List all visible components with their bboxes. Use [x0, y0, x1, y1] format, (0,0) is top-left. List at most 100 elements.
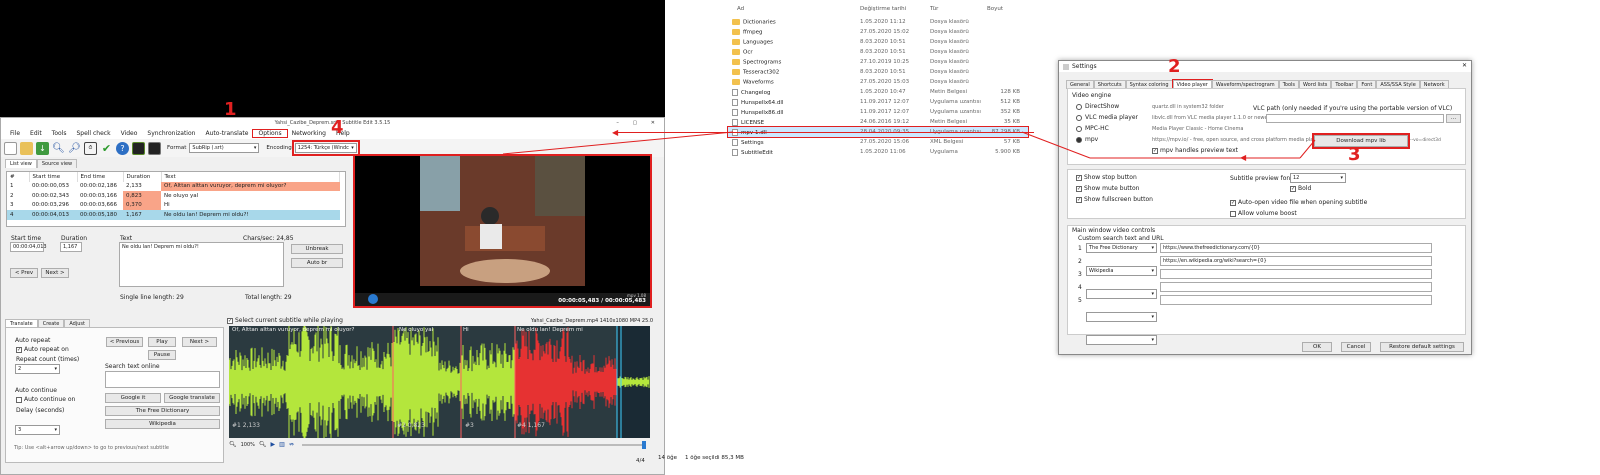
menu-networking[interactable]: Networking [287, 130, 331, 137]
menu-video[interactable]: Video [116, 130, 143, 137]
col-date[interactable]: Değiştirme tarihi [860, 6, 906, 12]
video-toggle-icon[interactable] [148, 141, 161, 155]
col-start-time[interactable]: Start time [29, 172, 78, 182]
repeat-count-select[interactable]: 2 [15, 364, 60, 374]
ok-button[interactable]: OK [1302, 342, 1332, 352]
search-url-input[interactable] [1160, 282, 1432, 292]
encoding-select[interactable]: 1254: Türkçe (Windc [291, 140, 360, 156]
waveform-toggle-icon[interactable] [132, 141, 145, 155]
explorer-row[interactable]: Settings 27.05.2020 15:06 XML Belgesi 57… [728, 137, 1028, 147]
close-icon[interactable]: ✕ [1462, 62, 1467, 69]
show-fullscreen-checkbox[interactable]: ✓ Show fullscreen button [1076, 196, 1153, 203]
font-size-select[interactable]: 12 [1290, 173, 1346, 183]
explorer-row[interactable]: Waveforms 27.05.2020 15:03 Dosya klasörü [728, 77, 1028, 87]
col-type[interactable]: Tür [930, 6, 938, 12]
google-translate-button[interactable]: Google translate [164, 393, 220, 403]
show-stop-checkbox[interactable]: ✓ Show stop button [1076, 174, 1137, 181]
explorer-row[interactable]: SubtitleEdit 1.05.2020 11:06 Uygulama 5.… [728, 147, 1028, 157]
menu-synchronization[interactable]: Synchronization [142, 130, 200, 137]
unbreak-button[interactable]: Unbreak [291, 244, 343, 254]
auto-open-checkbox[interactable]: ✓ Auto-open video file when opening subti… [1230, 199, 1367, 206]
prev-button[interactable]: < Prev [10, 268, 38, 278]
table-row[interactable]: 3 00:00:03,296 00:00:03,666 0,370 Hi [7, 200, 340, 210]
engine-radio[interactable]: DirectShow [1076, 103, 1119, 110]
engine-radio[interactable]: mpv [1076, 136, 1098, 143]
next-button[interactable]: Next > [41, 268, 69, 278]
search-name-select[interactable] [1086, 289, 1157, 299]
explorer-row[interactable]: Hunspellx86.dll 11.09.2017 12:07 Uygulam… [728, 107, 1028, 117]
duration-input[interactable]: 1,167 [60, 242, 82, 252]
cancel-button[interactable]: Cancel [1341, 342, 1371, 352]
show-mute-checkbox[interactable]: ✓ Show mute button [1076, 185, 1140, 192]
explorer-row[interactable]: Spectrograms 27.10.2019 10:25 Dosya klas… [728, 57, 1028, 67]
menu-file[interactable]: File [5, 130, 25, 137]
find-icon[interactable]: 🔍︎ [52, 142, 65, 155]
replace-icon[interactable]: 🔎︎ [68, 142, 81, 155]
text-editor[interactable]: Ne oldu lan! Deprem mi oldu?! [119, 242, 284, 287]
settings-icon[interactable]: ⇏ [289, 441, 294, 448]
delay-select[interactable]: 3 [15, 425, 60, 435]
window-controls[interactable]: – ▢ ✕ [616, 118, 661, 128]
search-url-input[interactable] [1160, 295, 1432, 305]
play-icon[interactable]: ▶ [271, 441, 276, 448]
mpv-handles-checkbox[interactable]: ✓ mpv handles preview text [1152, 147, 1238, 154]
menu-auto-translate[interactable]: Auto-translate [200, 130, 253, 137]
auto-continue-checkbox[interactable]: Auto continue on [16, 396, 75, 403]
explorer-row[interactable]: Tesseract302 8.03.2020 10:51 Dosya klasö… [728, 67, 1028, 77]
google-it-button[interactable]: Google it [105, 393, 161, 403]
pause-button[interactable]: Pause [148, 350, 176, 360]
new-file-icon[interactable] [4, 141, 17, 155]
format-select[interactable]: SubRip (.srt) [189, 143, 260, 153]
auto-break-button[interactable]: Auto br [291, 258, 343, 268]
wikipedia-button[interactable]: Wikipedia [105, 419, 220, 429]
table-row[interactable]: 1 00:00:00,053 00:00:02,186 2,133 Of, Al… [7, 181, 340, 191]
next-subtitle-button[interactable]: Next > [182, 337, 217, 347]
fix-timing-icon[interactable]: ⏱ [84, 141, 97, 155]
explorer-row[interactable]: Languages 8.03.2020 10:51 Dosya klasörü [728, 37, 1028, 47]
col-number[interactable]: # [7, 172, 30, 182]
menu-options[interactable]: Options [252, 129, 288, 138]
allow-boost-checkbox[interactable]: Allow volume boost [1230, 210, 1297, 217]
play-button[interactable]: Play [148, 337, 176, 347]
spectrogram-icon[interactable]: ▥ [279, 441, 285, 448]
search-name-select[interactable] [1086, 312, 1157, 322]
explorer-row[interactable]: Changelog 1.05.2020 10:47 Metin Belgesi … [728, 87, 1028, 97]
explorer-row[interactable]: Dictionaries 1.05.2020 11:12 Dosya klasö… [728, 17, 1028, 27]
position-slider[interactable] [301, 440, 646, 449]
engine-radio[interactable]: VLC media player [1076, 114, 1138, 121]
explorer-row[interactable]: Hunspellx64.dll 11.09.2017 12:07 Uygulam… [728, 97, 1028, 107]
select-current-checkbox[interactable]: ✓ Select current subtitle while playing [227, 317, 343, 324]
zoom-out-icon[interactable]: 🔍︎ [229, 441, 237, 448]
tab-list-view[interactable]: List view [5, 159, 37, 168]
explorer-row[interactable]: LICENSE 24.06.2016 19:12 Metin Belgesi 3… [728, 117, 1028, 127]
open-folder-icon[interactable] [20, 141, 33, 155]
menu-spell-check[interactable]: Spell check [71, 130, 115, 137]
col-text[interactable]: Text [161, 172, 340, 182]
slider-thumb[interactable] [642, 440, 646, 449]
zoom-level[interactable]: 100% [241, 442, 255, 448]
menu-tools[interactable]: Tools [47, 130, 72, 137]
browse-button[interactable]: ... [1446, 114, 1461, 123]
search-name-select[interactable]: Wikipedia [1086, 266, 1157, 276]
table-row[interactable]: 2 00:00:02,343 00:00:03,166 0,823 Ne olu… [7, 191, 340, 201]
vlc-path-input[interactable] [1266, 114, 1444, 123]
col-end-time[interactable]: End time [77, 172, 124, 182]
engine-radio[interactable]: MPC-HC [1076, 125, 1109, 132]
previous-button[interactable]: < Previous [106, 337, 143, 347]
checkmark-icon[interactable]: ✔ [100, 142, 113, 155]
restore-defaults-button[interactable]: Restore default settings [1380, 342, 1464, 352]
col-size[interactable]: Boyut [987, 6, 1003, 12]
col-duration[interactable]: Duration [123, 172, 162, 182]
zoom-in-icon[interactable]: 🔍︎ [259, 441, 267, 448]
col-name[interactable]: Ad [737, 6, 744, 12]
search-name-select[interactable] [1086, 335, 1157, 345]
video-player[interactable]: 00:00:05,483 / 00:00:05,483 mpv 1.08 [353, 154, 652, 308]
search-url-input[interactable]: https://www.thefreedictionary.com/{0} [1160, 243, 1432, 253]
search-url-input[interactable] [1160, 269, 1432, 279]
help-icon[interactable]: ? [116, 141, 129, 155]
free-dictionary-button[interactable]: The Free Dictionary [105, 406, 220, 416]
bold-checkbox[interactable]: ✓ Bold [1290, 185, 1311, 192]
search-name-select[interactable]: The Free Dictionary [1086, 243, 1157, 253]
auto-repeat-checkbox[interactable]: ✓ Auto repeat on [16, 346, 69, 353]
waveform[interactable]: Of, Alttan alttan vuruyor, deprem mi olu… [228, 322, 650, 442]
